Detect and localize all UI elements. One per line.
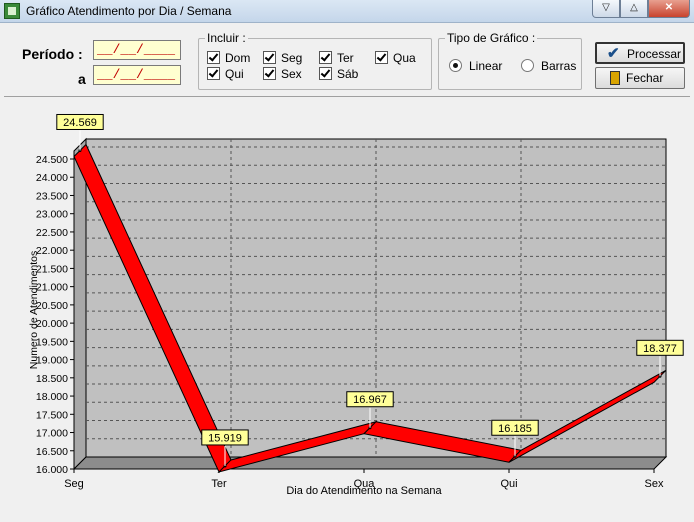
chart-panel: 16.000 16.500 17.000 17.500 18.000 18.500 19.0… (4, 97, 690, 518)
incluir-title: Incluir : (205, 31, 248, 45)
x-tick-label: Seg (64, 478, 84, 490)
checkbox-icon (207, 67, 220, 80)
data-label: 16.185 (498, 423, 532, 435)
incluir-group: Incluir : Dom Seg Ter Qua Qui Sex Sáb (198, 31, 432, 90)
fechar-button[interactable]: Fechar (595, 67, 685, 89)
data-label: 16.967 (353, 394, 387, 406)
fechar-label: Fechar (626, 71, 664, 85)
checkbox-label: Qui (225, 67, 244, 81)
y-tick-label: 21.500 (36, 263, 68, 275)
door-exit-icon (610, 71, 620, 85)
x-tick-label: Ter (211, 478, 227, 490)
data-label: 24.569 (63, 117, 97, 129)
x-tick-label: Sex (645, 478, 664, 490)
radio-label: Linear (469, 59, 503, 73)
maximize-button[interactable]: △ (620, 0, 648, 18)
checkmark-icon: ✔ (607, 45, 620, 62)
a-label: a (78, 71, 86, 87)
y-tick-label: 24.500 (36, 154, 68, 166)
checkbox-label: Sáb (337, 67, 359, 81)
checkbox-icon (263, 67, 276, 80)
y-tick-label: 18.500 (36, 373, 68, 385)
y-tick-label: 17.000 (36, 428, 68, 440)
tipo-grafico-title: Tipo de Gráfico : (445, 31, 538, 45)
radio-icon (449, 59, 462, 72)
radio-icon (521, 59, 534, 72)
plot-floor (72, 456, 668, 470)
x-axis-title: Dia do Atendimento na Semana (286, 485, 442, 497)
tipo-grafico-group: Tipo de Gráfico : Linear Barras (438, 31, 582, 90)
checkbox-qui[interactable]: Qui (207, 67, 244, 81)
x-tick-label: Qui (500, 478, 517, 490)
y-tick-label: 23.500 (36, 190, 68, 202)
checkbox-label: Ter (337, 51, 354, 65)
processar-label: Processar (627, 47, 682, 61)
y-tick-label: 22.500 (36, 227, 68, 239)
title-bar: Gráfico Atendimento por Dia / Semana ▽ △… (0, 0, 694, 23)
window-controls: ▽ △ ✕ (592, 0, 690, 18)
y-tick-label: 17.500 (36, 409, 68, 421)
processar-button[interactable]: ✔ Processar (595, 42, 685, 64)
checkbox-label: Dom (225, 51, 251, 65)
radio-linear[interactable]: Linear (449, 59, 502, 73)
checkbox-label: Seg (281, 51, 303, 65)
y-tick-label: 20.000 (36, 318, 68, 330)
periodo-label: Período : (22, 46, 83, 62)
app-icon (4, 3, 20, 19)
app-window: Gráfico Atendimento por Dia / Semana ▽ △… (0, 0, 694, 522)
checkbox-dom[interactable]: Dom (207, 51, 250, 65)
window-title: Gráfico Atendimento por Dia / Semana (26, 4, 232, 18)
checkbox-sex[interactable]: Sex (263, 67, 302, 81)
y-tick-label: 24.000 (36, 172, 68, 184)
data-label: 18.377 (643, 343, 677, 355)
date-from-field[interactable]: __/__/____ (93, 40, 181, 60)
y-tick-label: 16.000 (36, 464, 68, 476)
checkbox-icon (207, 51, 220, 64)
checkbox-sab[interactable]: Sáb (319, 67, 358, 81)
radio-barras[interactable]: Barras (521, 59, 576, 73)
y-tick-label: 20.500 (36, 300, 68, 312)
checkbox-qua[interactable]: Qua (375, 51, 416, 65)
y-tick-label: 18.000 (36, 391, 68, 403)
checkbox-label: Sex (281, 67, 302, 81)
y-axis-title: Numero de Atendimentos (28, 251, 40, 369)
checkbox-ter[interactable]: Ter (319, 51, 354, 65)
line-chart: 16.000 16.500 17.000 17.500 18.000 18.500 19.0… (28, 113, 684, 497)
close-window-button[interactable]: ✕ (648, 0, 690, 18)
y-tick-label: 21.000 (36, 282, 68, 294)
checkbox-icon (263, 51, 276, 64)
date-to-field[interactable]: __/__/____ (93, 65, 181, 85)
data-label: 15.919 (208, 432, 242, 444)
radio-label: Barras (541, 59, 577, 73)
plot-left-wall (73, 137, 87, 471)
checkbox-icon (319, 51, 332, 64)
filter-toolbar: Período : a __/__/____ __/__/____ Inclui… (4, 24, 690, 97)
checkbox-label: Qua (393, 51, 416, 65)
minimize-button[interactable]: ▽ (592, 0, 620, 18)
checkbox-seg[interactable]: Seg (263, 51, 302, 65)
y-tick-label: 23.000 (36, 209, 68, 221)
y-tick-label: 19.500 (36, 336, 68, 348)
y-tick-label: 16.500 (36, 446, 68, 458)
checkbox-icon (375, 51, 388, 64)
y-tick-label: 22.000 (36, 245, 68, 257)
y-tick-label: 19.000 (36, 355, 68, 367)
checkbox-icon (319, 67, 332, 80)
